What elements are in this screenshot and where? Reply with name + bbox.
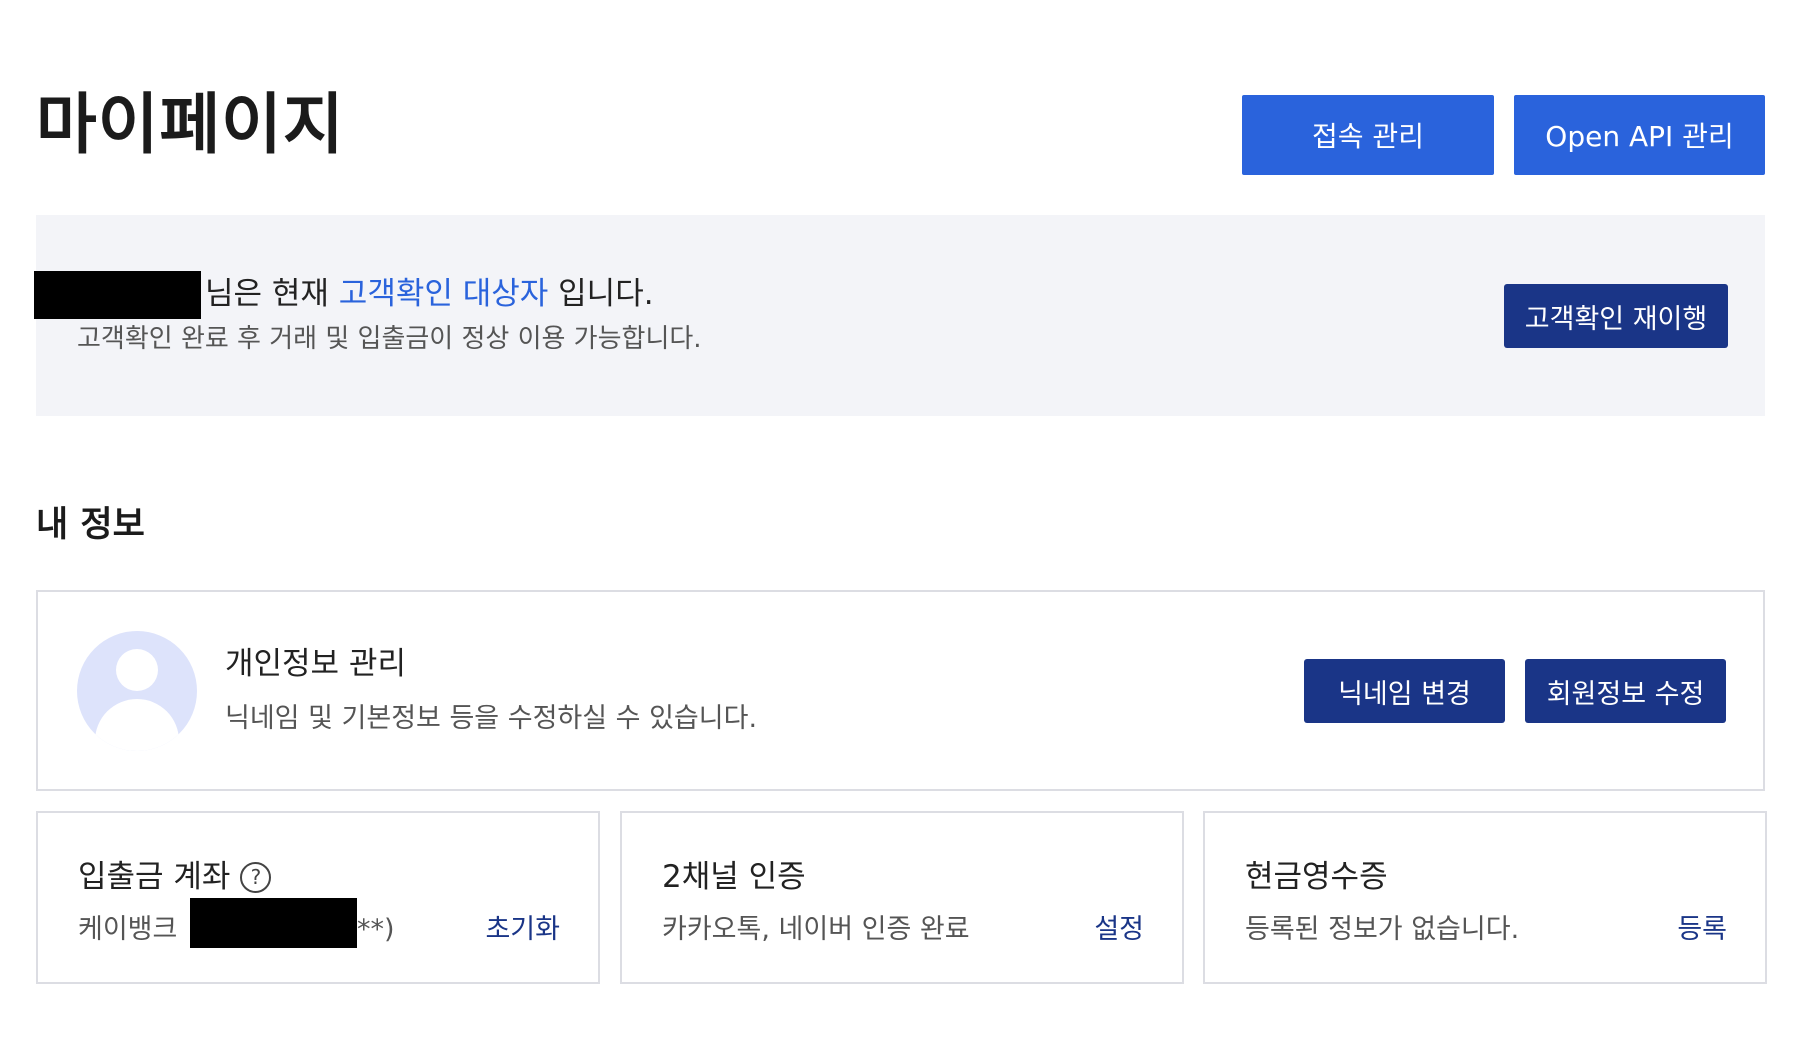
change-nickname-button[interactable]: 닉네임 변경 [1304,659,1505,723]
kyc-description: 고객확인 완료 후 거래 및 입출금이 정상 이용 가능합니다. [77,324,702,354]
cash-receipt-description: 등록된 정보가 없습니다. [1245,914,1520,945]
account-reset-link[interactable]: 초기화 [485,911,560,949]
account-bank-name: 케이뱅크 [78,914,178,945]
account-card: 입출금 계좌 ? 케이뱅크 **) 초기화 [36,811,600,984]
account-card-title: 입출금 계좌 ? [78,855,272,899]
page-title: 마이페이지 [36,86,345,163]
avatar-head [116,649,158,691]
edit-member-info-button[interactable]: 회원정보 수정 [1525,659,1726,723]
help-icon[interactable]: ? [240,861,272,893]
open-api-management-button[interactable]: Open API 관리 [1514,95,1765,175]
kyc-text-after: 입니다. [548,276,654,312]
two-factor-card: 2채널 인증 카카오톡, 네이버 인증 완료 설정 [620,811,1184,984]
cash-receipt-register-link[interactable]: 등록 [1677,911,1727,949]
kyc-text-before: 님은 현재 [205,276,339,312]
kyc-redo-button[interactable]: 고객확인 재이행 [1504,284,1728,348]
account-number-suffix: **) [357,914,395,945]
access-management-button[interactable]: 접속 관리 [1242,95,1494,175]
profile-description: 닉네임 및 기본정보 등을 수정하실 수 있습니다. [225,703,758,734]
kyc-status-text: 님은 현재 고객확인 대상자 입니다. [205,272,654,316]
account-title-text: 입출금 계좌 [78,859,231,895]
cash-receipt-card: 현금영수증 등록된 정보가 없습니다. 등록 [1203,811,1767,984]
two-factor-card-title: 2채널 인증 [662,859,806,895]
two-factor-settings-link[interactable]: 설정 [1094,911,1144,949]
profile-card: 개인정보 관리 닉네임 및 기본정보 등을 수정하실 수 있습니다. 닉네임 변… [36,590,1765,791]
profile-title: 개인정보 관리 [225,646,406,682]
cash-receipt-card-title: 현금영수증 [1245,859,1388,895]
my-info-section-title: 내 정보 [36,505,145,545]
avatar-body [95,699,179,751]
redacted-account-number [190,898,357,948]
redacted-username [34,271,201,319]
two-factor-description: 카카오톡, 네이버 인증 완료 [662,914,970,945]
avatar-icon [77,631,197,751]
kyc-highlight-text: 고객확인 대상자 [338,276,549,312]
